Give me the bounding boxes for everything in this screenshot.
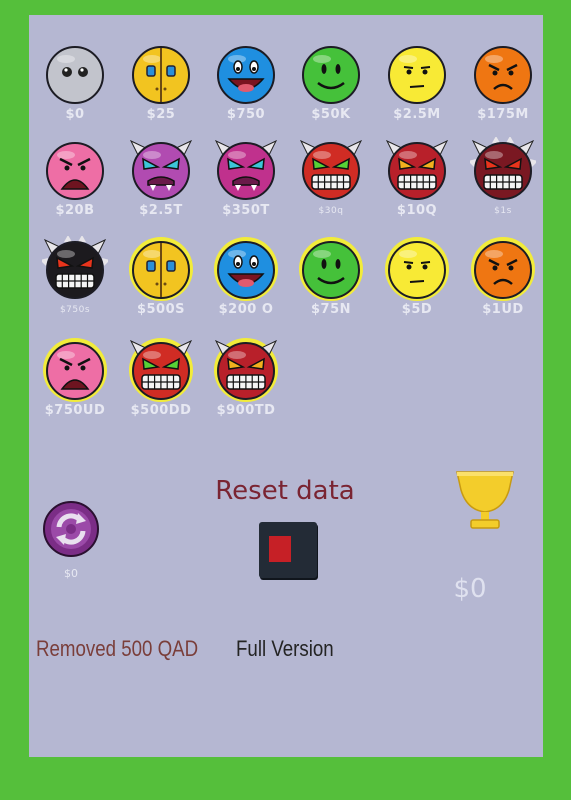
face-shop-item[interactable]: $175M	[470, 41, 536, 122]
face-shop-item[interactable]: $1s	[470, 137, 536, 217]
money-total: $0	[453, 574, 487, 604]
face-price-label: $75N	[310, 302, 352, 317]
face-shop-item[interactable]: $25	[128, 41, 194, 122]
face-price-label: $2.5M	[393, 107, 441, 122]
reset-data-title: Reset data	[215, 476, 355, 506]
cycle-icon	[43, 501, 99, 557]
face-shop-item[interactable]: $750UD	[42, 337, 108, 418]
face-shop-item[interactable]: $200 O	[213, 236, 279, 317]
face-shop-item[interactable]: $75N	[298, 236, 364, 317]
face-shop-item[interactable]: $0	[42, 41, 108, 122]
face-price-label: $50K	[311, 107, 351, 122]
face-shop-item[interactable]: $350T	[213, 137, 279, 218]
face-shop-item[interactable]: $2.5T	[128, 137, 194, 218]
face-shop-item[interactable]: $750	[213, 41, 279, 122]
trophy-icon[interactable]	[455, 468, 515, 532]
face-shop-item[interactable]: $5D	[384, 236, 450, 317]
face-shop-item[interactable]: $900TD	[213, 337, 279, 418]
removed-qad-link[interactable]: Removed 500 QAD	[36, 636, 198, 662]
face-price-label: $1UD	[482, 302, 524, 317]
face-price-label: $5D	[401, 302, 433, 317]
face-price-label: $0	[65, 107, 85, 122]
rebirth-price: $0	[64, 567, 78, 580]
face-price-label: $20B	[55, 203, 95, 218]
face-price-label: $2.5T	[139, 203, 183, 218]
face-price-label: $500S	[136, 302, 186, 317]
face-price-label: $1s	[494, 206, 512, 216]
face-price-label: $25	[146, 107, 176, 122]
face-price-label: $750UD	[44, 403, 106, 418]
face-price-label: $175M	[477, 107, 529, 122]
face-shop-item[interactable]: $500DD	[128, 337, 194, 418]
face-shop-item[interactable]: $2.5M	[384, 41, 450, 122]
full-version-link[interactable]: Full Version	[236, 636, 334, 662]
rebirth-item[interactable]: $0	[42, 500, 100, 580]
face-shop-item[interactable]: $1UD	[470, 236, 536, 317]
face-price-label: $500DD	[130, 403, 192, 418]
face-price-label: $10Q	[396, 203, 438, 218]
face-shop-item[interactable]: $10Q	[384, 137, 450, 218]
face-price-label: $200 O	[218, 302, 274, 317]
face-shop-item[interactable]: $50K	[298, 41, 364, 122]
face-shop-item[interactable]: $30q	[298, 137, 364, 217]
face-price-label: $750	[226, 107, 266, 122]
face-price-label: $900TD	[216, 403, 276, 418]
reset-data-button[interactable]	[259, 522, 317, 578]
face-shop-item[interactable]: $750s	[42, 236, 108, 316]
face-price-label: $350T	[222, 203, 270, 218]
face-shop-item[interactable]: $20B	[42, 137, 108, 218]
face-price-label: $30q	[318, 206, 344, 216]
face-shop-item[interactable]: $500S	[128, 236, 194, 317]
face-price-label: $750s	[59, 305, 91, 315]
